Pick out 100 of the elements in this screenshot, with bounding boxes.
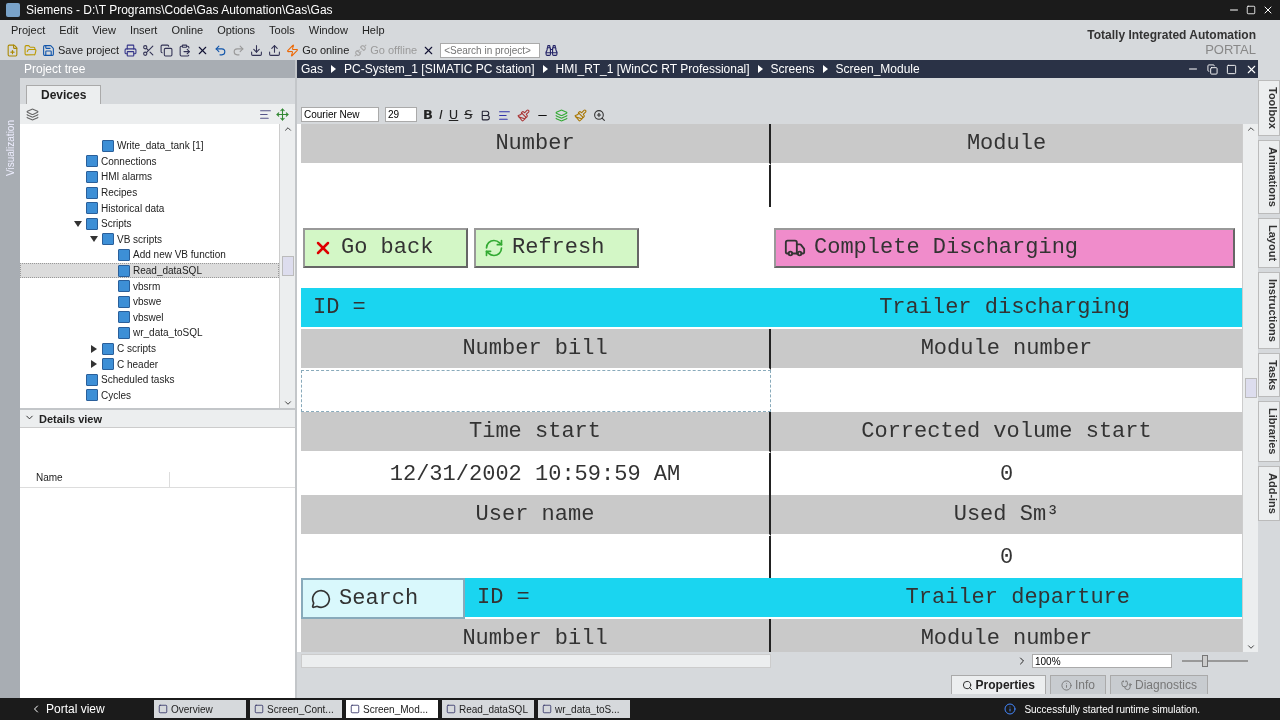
scrollbar[interactable] (1242, 124, 1258, 652)
tree-item[interactable]: Scheduled tasks (20, 371, 279, 388)
tree-item[interactable]: Historical data (20, 200, 279, 216)
tree-item[interactable]: vbswel (20, 309, 279, 326)
value-field[interactable]: 0 (771, 536, 1242, 578)
binoculars-icon[interactable] (545, 43, 559, 57)
expand-arrow-icon[interactable] (89, 360, 99, 369)
side-tab[interactable]: Animations (1258, 139, 1280, 214)
tree-item[interactable]: wr_data_toSQL (20, 325, 279, 341)
breadcrumb-item[interactable]: Screens (770, 62, 815, 76)
menu-item[interactable]: Options (210, 24, 263, 36)
scrollbar[interactable] (279, 124, 295, 408)
tree-item[interactable]: Write_data_tank [1] (20, 138, 279, 154)
portal-view-button[interactable]: Portal view (30, 702, 150, 716)
menu-item[interactable]: Window (301, 24, 355, 36)
printer-icon[interactable] (124, 43, 138, 57)
item-icon (86, 186, 98, 199)
side-tab[interactable]: Layout (1258, 217, 1280, 268)
tree-item[interactable]: vbswe (20, 293, 279, 310)
upload-icon[interactable] (268, 43, 282, 57)
breadcrumb-item[interactable]: Screen_Module (835, 62, 920, 76)
search-field[interactable]: <Search in project> (440, 42, 541, 58)
scissors-icon[interactable] (142, 43, 156, 57)
collapse-arrow-icon[interactable] (89, 235, 99, 244)
value-field[interactable]: 0 (771, 453, 1242, 495)
font-field[interactable]: Courier New (301, 107, 379, 122)
taskbar-tab[interactable]: Screen_Cont... (250, 700, 342, 718)
tree-item[interactable]: Cycles (20, 387, 279, 404)
font-size-field[interactable]: 29 (385, 107, 417, 122)
style-button[interactable]: I (438, 107, 443, 122)
window-title: Siemens - D:\T Programs\Code\Gas Automation\Gas\Gas (26, 3, 334, 17)
menu-item[interactable]: Tools (262, 24, 302, 36)
view-icon[interactable] (259, 107, 272, 121)
style-button[interactable]: S (464, 107, 473, 122)
menu-item[interactable]: Edit (52, 24, 86, 36)
side-tab[interactable]: Tasks (1258, 352, 1280, 398)
side-tab[interactable]: Add-ins (1258, 465, 1280, 521)
menu-item[interactable]: Help (354, 24, 392, 36)
paste-icon[interactable] (178, 43, 192, 57)
screen-button[interactable]: Refresh (474, 227, 639, 268)
details-header[interactable]: Details view (20, 410, 295, 428)
style-button[interactable]: B (423, 107, 433, 122)
breadcrumb-item[interactable]: PC-System_1 [SIMATIC PC station] (344, 62, 535, 76)
menu-item[interactable]: View (85, 24, 123, 36)
chevron-down-icon[interactable] (282, 398, 293, 408)
column-label: Module number (771, 329, 1242, 370)
side-tab[interactable]: Toolbox (1258, 80, 1280, 136)
search-button[interactable]: Search (301, 578, 465, 619)
column-label: Time start (301, 412, 771, 453)
side-tab[interactable]: Instructions (1258, 271, 1280, 349)
panel-tab[interactable]: Properties (950, 675, 1046, 694)
tree-item[interactable]: Scripts (20, 215, 279, 232)
screen-button[interactable]: Go back (303, 227, 468, 268)
taskbar-tab[interactable]: Overview (154, 700, 246, 718)
taskbar-tab[interactable]: wr_data_toS... (538, 700, 630, 718)
save-button[interactable]: Save project (42, 43, 120, 57)
slider-thumb[interactable] (1202, 655, 1209, 667)
tree-item[interactable]: C header (20, 356, 279, 372)
go-online-button[interactable]: Go online (286, 43, 350, 57)
brush-icon[interactable] (516, 109, 530, 122)
chevron-up-icon[interactable] (282, 124, 293, 134)
tree-item[interactable]: Connections (20, 153, 279, 170)
tree-item[interactable]: Recipes (20, 184, 279, 201)
chevron-up-icon[interactable] (1245, 124, 1256, 134)
panel-tab[interactable]: Devices (26, 85, 102, 104)
close-icon[interactable] (1262, 4, 1274, 16)
breadcrumb-item[interactable]: Gas (301, 62, 323, 76)
collapse-arrow-icon[interactable] (73, 219, 83, 228)
item-icon (118, 295, 130, 308)
tree-item[interactable]: C scripts (20, 340, 279, 357)
align-icon[interactable] (497, 109, 511, 122)
download-icon[interactable] (250, 43, 264, 57)
horizontal-scrollbar[interactable] (301, 654, 771, 668)
maximize-icon[interactable] (1246, 5, 1256, 15)
tree-item[interactable]: HMI alarms (20, 169, 279, 185)
screen-button[interactable]: Complete Discharging (774, 227, 1235, 268)
item-icon (86, 171, 98, 183)
tree-item[interactable]: Add new VB function (20, 247, 279, 263)
side-tab[interactable]: Libraries (1258, 401, 1280, 462)
format-painter-icon[interactable] (573, 109, 587, 122)
taskbar-tab[interactable]: Read_dataSQL (442, 700, 534, 718)
menu-item[interactable]: Online (164, 24, 211, 36)
restore-icon[interactable] (1207, 63, 1218, 75)
maximize-icon[interactable] (1226, 63, 1237, 75)
tree-item[interactable]: Read_dataSQL (20, 262, 279, 279)
taskbar-tab[interactable]: Screen_Mod... (346, 700, 438, 718)
scroll-thumb[interactable] (281, 256, 294, 276)
chevron-down-icon[interactable] (1245, 642, 1256, 652)
menu-item[interactable]: Project (4, 24, 53, 36)
expand-arrow-icon[interactable] (89, 344, 99, 353)
scroll-thumb[interactable] (1244, 378, 1257, 398)
breadcrumb-item[interactable]: HMI_RT_1 [WinCC RT Professional] (555, 62, 750, 76)
menu-item[interactable]: Insert (122, 24, 165, 36)
tree-item[interactable]: VB scripts (20, 231, 279, 248)
undo-icon[interactable] (214, 43, 228, 57)
style-button[interactable]: U (448, 107, 459, 122)
zoom-icon[interactable] (592, 109, 606, 122)
zoom-field[interactable]: 100% (1032, 654, 1172, 668)
tree-item[interactable]: vbsrm (20, 278, 279, 294)
copy-icon[interactable] (160, 43, 174, 57)
